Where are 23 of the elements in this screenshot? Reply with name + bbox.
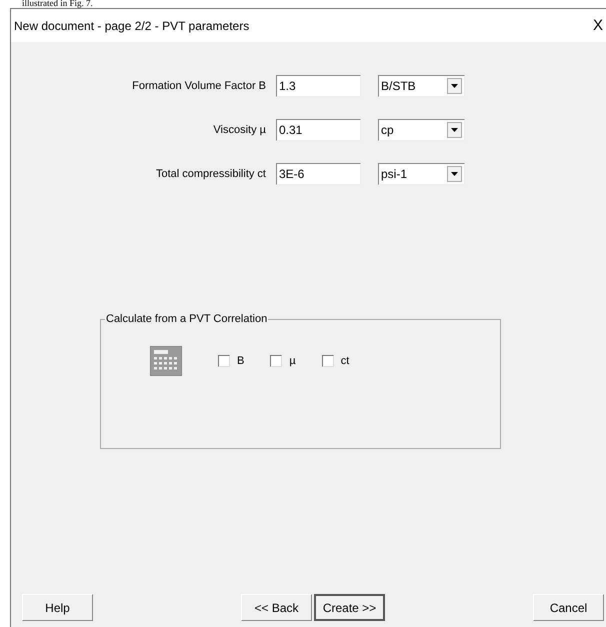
window-title: New document - page 2/2 - PVT parameters <box>14 18 250 34</box>
calculator-icon[interactable] <box>150 346 182 376</box>
dialog-button[interactable]: << Back <box>241 594 312 621</box>
value-field[interactable]: 1.3 <box>276 75 361 97</box>
value-field[interactable]: 3E-6 <box>276 163 361 185</box>
caption-text: illustrated in Fig. 7. <box>22 0 93 8</box>
unit-dropdown[interactable]: cp <box>378 119 465 141</box>
value-field[interactable]: 0.31 <box>276 119 361 141</box>
checkbox-square[interactable] <box>322 355 334 367</box>
parameter-label: Total compressibility ct <box>154 166 267 182</box>
parameter-label: Formation Volume Factor B <box>131 78 267 94</box>
close-button[interactable]: X <box>590 18 605 33</box>
checkbox-square[interactable] <box>270 355 282 367</box>
checkbox-square[interactable] <box>218 355 230 367</box>
correlation-checkbox[interactable]: B <box>218 352 244 370</box>
parameter-label: Viscosity µ <box>212 122 267 138</box>
dialog-button[interactable]: Create >> <box>314 594 385 621</box>
unit-dropdown[interactable]: psi-1 <box>378 163 465 185</box>
correlation-checkbox[interactable]: ct <box>322 352 350 370</box>
dialog-button[interactable]: Cancel <box>533 594 604 621</box>
correlation-checkbox[interactable]: µ <box>270 352 296 370</box>
unit-dropdown[interactable]: B/STB <box>378 75 465 97</box>
dialog-button[interactable]: Help <box>22 594 93 621</box>
